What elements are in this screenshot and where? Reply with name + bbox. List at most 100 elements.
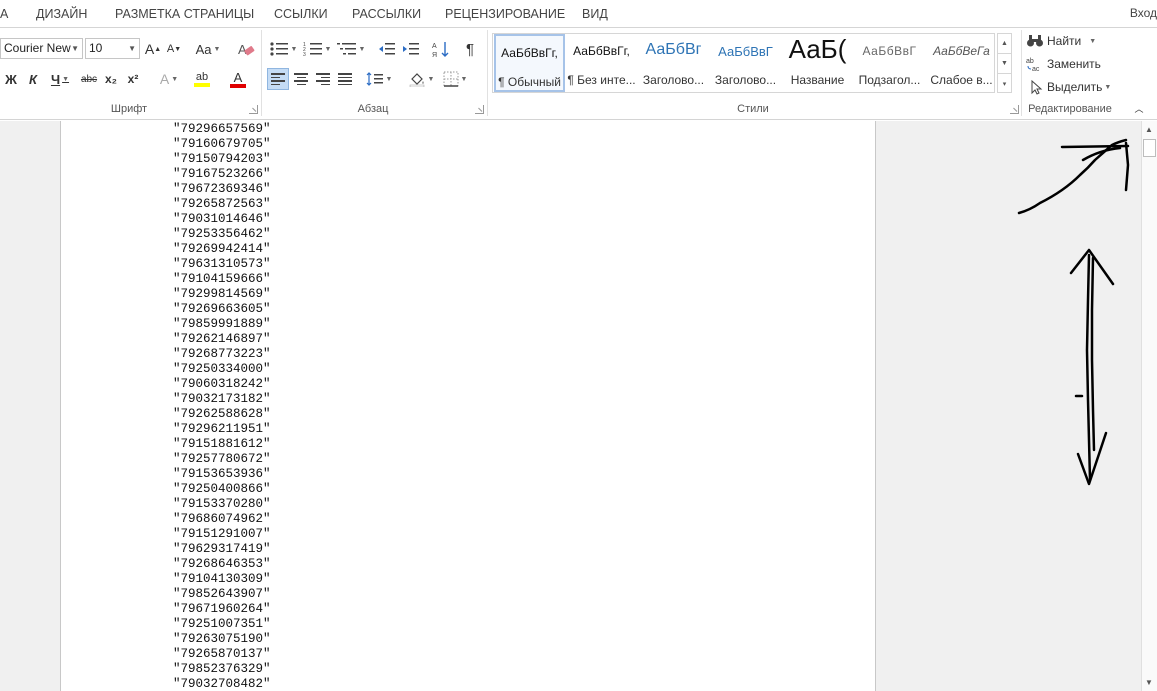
tab-design[interactable]: ДИЗАЙН xyxy=(36,7,87,21)
find-button[interactable]: Найти ▼ xyxy=(1026,30,1101,52)
style-name: Название xyxy=(790,73,845,87)
style-normal[interactable]: АаБбВвГг, ¶ Обычный xyxy=(494,34,565,92)
superscript-button[interactable]: x² xyxy=(124,68,142,90)
document-line: "79672369346" xyxy=(173,182,271,196)
style-name: ¶ Обычный xyxy=(498,75,561,89)
document-line: "79153653936" xyxy=(173,467,271,481)
document-line: "79153370280" xyxy=(173,497,271,511)
italic-button[interactable]: К xyxy=(24,68,42,90)
document-line: "79263075190" xyxy=(173,632,271,646)
increase-indent-icon xyxy=(403,43,419,55)
styles-dialog-launcher-icon[interactable] xyxy=(1010,105,1019,114)
tab-file-partial[interactable]: А xyxy=(0,7,8,21)
scrollbar-thumb[interactable] xyxy=(1143,139,1156,157)
change-case-button[interactable]: Aa ▼ xyxy=(194,38,222,60)
strikethrough-icon: abc xyxy=(80,73,98,85)
borders-button[interactable]: ▼ xyxy=(440,68,470,90)
font-color-button[interactable]: A xyxy=(222,68,254,90)
align-center-icon xyxy=(294,73,308,85)
align-center-button[interactable] xyxy=(290,68,312,90)
text-effects-button[interactable]: A ▼ xyxy=(154,68,184,90)
subscript-button[interactable]: x₂ xyxy=(102,68,120,90)
cursor-arrow-icon xyxy=(1031,79,1043,95)
select-button[interactable]: Выделить ▼ xyxy=(1026,76,1114,98)
shrink-font-icon: A xyxy=(166,43,175,55)
styles-group-label: Стили xyxy=(737,103,769,115)
style-name: Слабое в... xyxy=(930,73,993,87)
align-right-button[interactable] xyxy=(312,68,334,90)
grow-font-button[interactable]: A ▲ xyxy=(144,38,162,60)
font-dialog-launcher-icon[interactable] xyxy=(249,105,258,114)
style-name: Заголово... xyxy=(642,73,705,87)
document-line: "79265870137" xyxy=(173,647,271,661)
document-line: "79151881612" xyxy=(173,437,271,451)
document-line: "79104159666" xyxy=(173,272,271,286)
shrink-font-button[interactable]: A ▼ xyxy=(165,38,183,60)
gallery-down-icon[interactable]: ▼ xyxy=(998,54,1011,74)
style-subtle-emphasis[interactable]: АаБбВеГа Слабое в... xyxy=(926,34,997,92)
bold-button[interactable]: Ж xyxy=(2,68,20,90)
tab-review[interactable]: РЕЦЕНЗИРОВАНИЕ xyxy=(445,7,565,21)
style-heading-2[interactable]: АаБбВвГ Заголово... xyxy=(710,34,781,92)
decrease-indent-button[interactable] xyxy=(376,38,398,60)
font-size-combo[interactable]: 10 ▼ xyxy=(85,38,140,59)
line-spacing-button[interactable]: ▼ xyxy=(364,68,394,90)
highlight-icon: ab xyxy=(195,71,209,83)
document-page[interactable]: "79296657569" "79160679705" "79150794203" "… xyxy=(60,121,876,691)
decrease-indent-icon xyxy=(379,43,395,55)
tab-page-layout[interactable]: РАЗМЕТКА СТРАНИЦЫ xyxy=(115,7,254,21)
document-line: "79852643907" xyxy=(173,587,271,601)
replace-button[interactable]: ab ac Заменить xyxy=(1026,53,1106,75)
document-line: "79269663605" xyxy=(173,302,271,316)
ribbon-tabs: А ДИЗАЙН РАЗМЕТКА СТРАНИЦЫ ССЫЛКИ РАССЫЛ… xyxy=(0,0,1157,28)
justify-button[interactable] xyxy=(334,68,356,90)
style-subtitle[interactable]: АаБбВвГ Подзагол... xyxy=(854,34,925,92)
clear-formatting-icon: A xyxy=(238,42,255,57)
font-name-value: Courier New xyxy=(4,41,71,55)
scroll-up-icon[interactable]: ▲ xyxy=(1145,125,1153,134)
tab-view[interactable]: ВИД xyxy=(582,7,608,21)
sort-button[interactable]: AЯ xyxy=(430,38,452,60)
style-sample: АаБбВг xyxy=(645,41,702,58)
chevron-up-icon: ︿ xyxy=(1134,103,1144,114)
gallery-up-icon[interactable]: ▲ xyxy=(998,34,1011,54)
tab-mailings[interactable]: РАССЫЛКИ xyxy=(352,7,421,21)
collapse-ribbon-button[interactable]: ︿ xyxy=(1132,102,1146,114)
gallery-more-icon[interactable]: ▾ xyxy=(998,74,1011,94)
align-left-button[interactable] xyxy=(267,68,289,90)
sign-in-link[interactable]: Вход xyxy=(1130,6,1157,20)
document-line: "79032708482" xyxy=(173,677,271,691)
multilevel-list-icon xyxy=(336,43,356,55)
style-no-spacing[interactable]: АаБбВвГг, ¶ Без инте... xyxy=(566,34,637,92)
scroll-down-icon[interactable]: ▼ xyxy=(1145,678,1153,687)
style-heading-1[interactable]: АаБбВг Заголово... xyxy=(638,34,709,92)
style-name: ¶ Без инте... xyxy=(567,73,636,87)
style-title[interactable]: АаБ( Название xyxy=(782,34,853,92)
pilcrow-icon: ¶ xyxy=(465,40,475,58)
clear-formatting-button[interactable]: A xyxy=(236,38,256,60)
document-line: "79250400866" xyxy=(173,482,271,496)
highlight-color-button[interactable]: ab xyxy=(186,68,218,90)
styles-gallery: АаБбВвГг, ¶ Обычный АаБбВвГг, ¶ Без инте… xyxy=(492,33,995,93)
paragraph-dialog-launcher-icon[interactable] xyxy=(475,105,484,114)
style-sample: АаБбВвГ xyxy=(862,44,917,58)
strikethrough-button[interactable]: abc xyxy=(80,68,98,90)
document-line: "79631310573" xyxy=(173,257,271,271)
show-formatting-button[interactable]: ¶ xyxy=(460,38,480,60)
document-line: "79151291007" xyxy=(173,527,271,541)
align-right-icon xyxy=(316,73,330,85)
font-size-value: 10 xyxy=(89,41,103,55)
numbering-button[interactable]: 1 2 3 ▼ xyxy=(302,38,332,60)
multilevel-list-button[interactable]: ▼ xyxy=(336,38,366,60)
underline-button[interactable]: Ч ▼ xyxy=(46,68,74,90)
shading-button[interactable]: ▼ xyxy=(406,68,436,90)
borders-icon xyxy=(443,71,459,87)
increase-indent-button[interactable] xyxy=(400,38,422,60)
document-line: "79852376329" xyxy=(173,662,271,676)
document-line: "79031014646" xyxy=(173,212,271,226)
bullets-button[interactable]: ▼ xyxy=(268,38,298,60)
vertical-scrollbar[interactable]: ▲ ▼ xyxy=(1141,121,1157,691)
font-name-combo[interactable]: Courier New ▼ xyxy=(0,38,83,59)
highlight-swatch xyxy=(194,83,210,87)
tab-references[interactable]: ССЫЛКИ xyxy=(274,7,328,21)
